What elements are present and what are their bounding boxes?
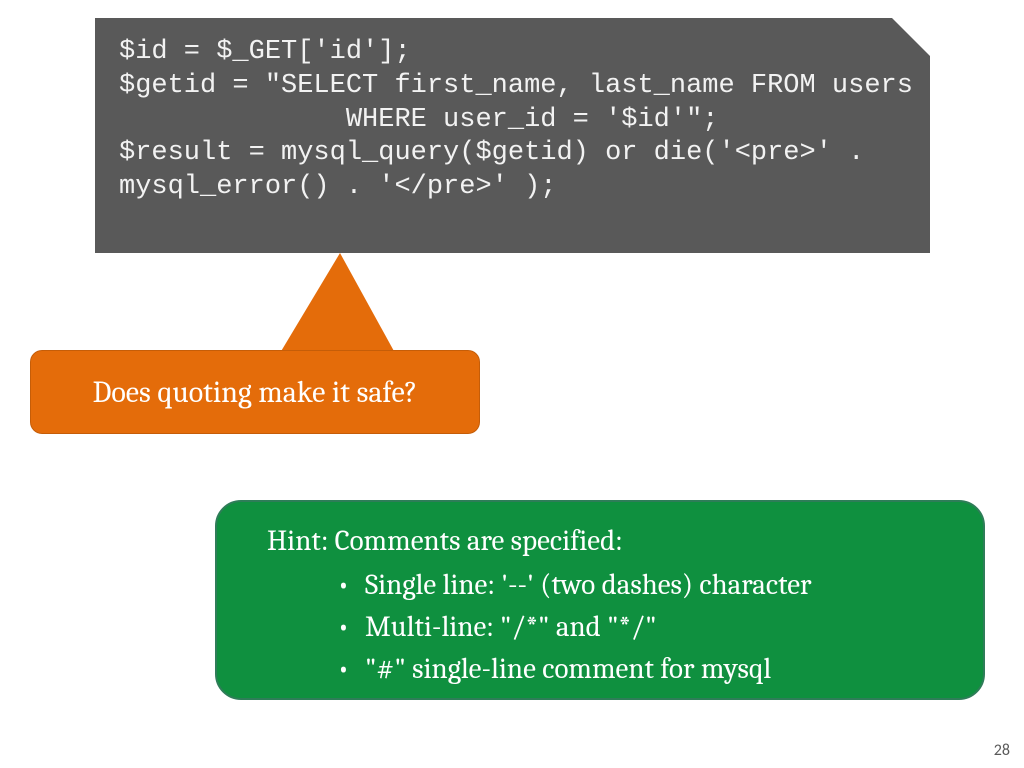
callout-arrow	[280, 253, 395, 353]
hint-item: "#" single-line comment for mysql	[337, 649, 943, 691]
page-number: 28	[994, 741, 1010, 760]
hint-title: Hint: Comments are specified:	[267, 522, 943, 561]
folded-corner	[892, 18, 930, 56]
slide: $id = $_GET['id']; $getid = "SELECT firs…	[0, 0, 1024, 768]
hint-item: Single line: '--' (two dashes) character	[337, 565, 943, 607]
code-line-1: $id = $_GET['id'];	[119, 37, 411, 67]
callout-text: Does quoting make it safe?	[93, 375, 418, 410]
speech-callout: Does quoting make it safe?	[30, 350, 480, 434]
code-content: $id = $_GET['id']; $getid = "SELECT firs…	[119, 36, 906, 205]
code-block: $id = $_GET['id']; $getid = "SELECT firs…	[95, 18, 930, 253]
hint-box: Hint: Comments are specified: Single lin…	[215, 500, 985, 700]
code-line-2: $getid = "SELECT first_name, last_name F…	[119, 71, 913, 101]
hint-list: Single line: '--' (two dashes) character…	[337, 565, 943, 691]
code-line-3: WHERE user_id = '$id'";	[119, 105, 719, 135]
hint-item: Multi-line: "/*" and "*/"	[337, 607, 943, 649]
code-line-4: $result = mysql_query($getid) or die('<p…	[119, 138, 881, 168]
code-line-5: mysql_error() . '</pre>' );	[119, 172, 556, 202]
